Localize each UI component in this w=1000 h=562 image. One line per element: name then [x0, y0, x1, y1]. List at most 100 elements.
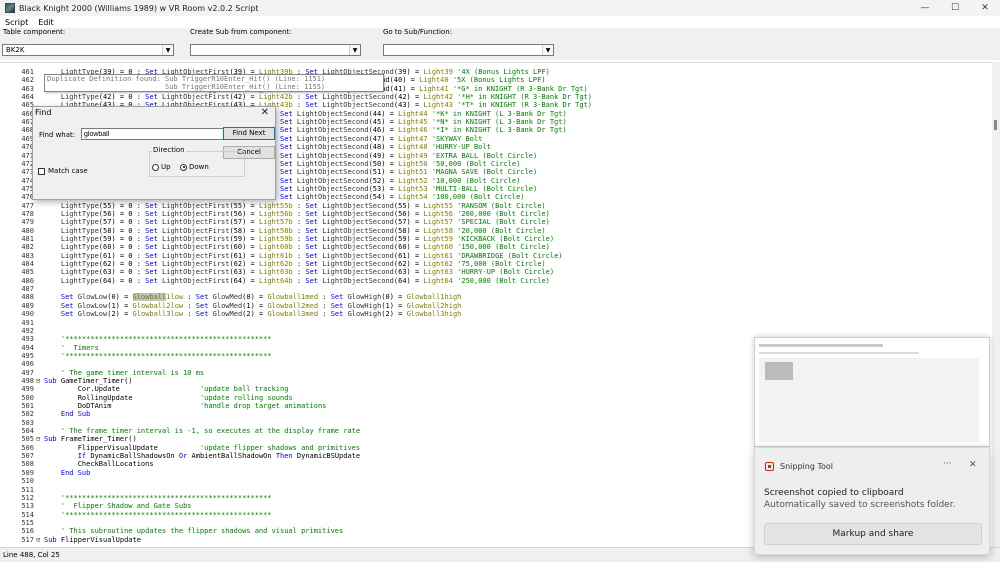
- thumbnail-toolbar: [759, 352, 919, 354]
- fold-marker-icon: [36, 293, 44, 301]
- goto-sub-select[interactable]: ▼: [383, 44, 554, 56]
- notification-body: Automatically saved to screenshots folde…: [764, 500, 956, 510]
- line-number: 478: [21, 209, 34, 218]
- code-line[interactable]: 464 LightType(42) = 0 : Set LightObjectF…: [0, 93, 992, 101]
- maximize-button[interactable]: ☐: [940, 0, 970, 16]
- line-number: 494: [21, 343, 34, 352]
- toolbar: Table component: BK2K ▼ Create Sub from …: [0, 28, 1000, 60]
- create-sub-select[interactable]: ▼: [190, 44, 361, 56]
- line-number: 499: [21, 385, 34, 394]
- more-options-icon[interactable]: ···: [943, 459, 952, 469]
- line-number: 515: [21, 518, 34, 527]
- fold-marker-icon: [36, 369, 44, 377]
- notification-heading: Screenshot copied to clipboard: [764, 488, 904, 498]
- line-number: 480: [21, 226, 34, 235]
- code-line[interactable]: 488 Set GlowLow(0) = Glowball1low : Set …: [0, 293, 992, 302]
- line-code: Cor.Update 'update ball tracking: [44, 385, 289, 394]
- line-code: Sub FlipperVisualUpdate: [44, 535, 141, 544]
- window-controls: — ☐ ✕: [910, 0, 1000, 16]
- direction-down-radio[interactable]: Down: [180, 163, 209, 171]
- code-line[interactable]: 477 LightType(55) = 0 : Set LightObjectF…: [0, 202, 992, 210]
- app-icon: [5, 3, 15, 13]
- scrollbar-thumb[interactable]: [994, 120, 997, 130]
- code-line[interactable]: 492: [0, 327, 992, 335]
- fold-marker-icon: [36, 68, 44, 76]
- line-number: 463: [21, 84, 34, 93]
- code-line[interactable]: 483 LightType(61) = 0 : Set LightObjectF…: [0, 252, 992, 260]
- match-case-checkbox[interactable]: Match case: [38, 167, 88, 175]
- vertical-scrollbar[interactable]: [992, 62, 1000, 547]
- minimize-button[interactable]: —: [910, 0, 940, 16]
- fold-marker-icon: [36, 210, 44, 218]
- fold-marker-icon: [36, 268, 44, 276]
- fold-marker-icon[interactable]: ⊟: [36, 435, 44, 443]
- cursor-position: Line 488, Col 25: [3, 551, 60, 559]
- line-number: 497: [21, 368, 34, 377]
- line-code: LightType(42) = 0 : Set LightObjectFirst…: [60, 93, 592, 102]
- code-line[interactable]: 486 LightType(64) = 0 : Set LightObjectF…: [0, 277, 992, 285]
- code-line[interactable]: 485 LightType(63) = 0 : Set LightObjectF…: [0, 268, 992, 276]
- menu-bar: Script Edit: [0, 16, 1000, 28]
- line-number: 513: [21, 502, 34, 511]
- chevron-down-icon[interactable]: ▼: [162, 45, 173, 55]
- fold-marker-icon: [36, 302, 44, 310]
- fold-marker-icon: [36, 252, 44, 260]
- code-line[interactable]: 484 LightType(62) = 0 : Set LightObjectF…: [0, 260, 992, 268]
- code-line[interactable]: 490 Set GlowLow(2) = Glowball3low : Set …: [0, 310, 992, 318]
- line-number: 462: [21, 76, 34, 85]
- direction-up-radio[interactable]: Up: [152, 163, 171, 171]
- fold-marker-icon: [36, 352, 44, 360]
- line-code: End Sub: [60, 468, 91, 477]
- chevron-down-icon[interactable]: ▼: [349, 45, 360, 55]
- code-line[interactable]: 481 LightType(59) = 0 : Set LightObjectF…: [0, 235, 992, 243]
- line-number: 514: [21, 510, 34, 519]
- fold-marker-icon: [36, 477, 44, 485]
- line-number: 473: [21, 168, 34, 177]
- fold-marker-icon: [36, 202, 44, 210]
- code-line[interactable]: 480 LightType(58) = 0 : Set LightObjectF…: [0, 227, 992, 235]
- code-line[interactable]: 479 LightType(57) = 0 : Set LightObjectF…: [0, 218, 992, 226]
- line-code: Set GlowLow(2) = Glowball3low : Set Glow…: [60, 310, 462, 319]
- line-code: ' The game timer interval is 10 ms: [60, 368, 205, 377]
- find-dialog: Find ✕ Find what: Find Next Cancel Direc…: [32, 106, 276, 200]
- table-component-select[interactable]: BK2K ▼: [2, 44, 174, 56]
- fold-marker-icon: [36, 227, 44, 235]
- close-icon[interactable]: ✕: [969, 460, 977, 470]
- line-code: ' Timers: [60, 343, 99, 352]
- chevron-down-icon[interactable]: ▼: [542, 45, 553, 55]
- find-next-button[interactable]: Find Next: [223, 127, 275, 140]
- line-code: ' The frame timer interval is -1, so exe…: [60, 427, 361, 436]
- markup-and-share-button[interactable]: Markup and share: [764, 523, 982, 545]
- fold-marker-icon: [36, 319, 44, 327]
- line-number: 507: [21, 452, 34, 461]
- code-line[interactable]: 487: [0, 285, 992, 293]
- title-bar[interactable]: Black Knight 2000 (Williams 1989) w VR R…: [0, 0, 1000, 16]
- fold-marker-icon: [36, 260, 44, 268]
- line-code: Sub FrameTimer_Timer(): [44, 435, 137, 444]
- line-number: 474: [21, 176, 34, 185]
- fold-marker-icon: [36, 452, 44, 460]
- line-number: 465: [21, 101, 34, 110]
- radio-icon: [152, 163, 159, 171]
- fold-marker-icon[interactable]: ⊟: [36, 536, 44, 544]
- line-code: LightType(62) = 0 : Set LightObjectFirst…: [60, 260, 546, 269]
- line-number: 508: [21, 460, 34, 469]
- line-number: 503: [21, 418, 34, 427]
- fold-marker-icon: [36, 419, 44, 427]
- close-icon[interactable]: ✕: [261, 107, 269, 118]
- code-line[interactable]: 491: [0, 319, 992, 327]
- close-button[interactable]: ✕: [970, 0, 1000, 16]
- screenshot-thumbnail[interactable]: [754, 337, 990, 447]
- line-code: LightType(57) = 0 : Set LightObjectFirst…: [60, 218, 550, 227]
- line-code: LightType(61) = 0 : Set LightObjectFirst…: [60, 251, 563, 260]
- menu-edit[interactable]: Edit: [33, 18, 59, 27]
- fold-marker-icon: [36, 360, 44, 368]
- code-line[interactable]: 482 LightType(60) = 0 : Set LightObjectF…: [0, 243, 992, 251]
- line-number: 500: [21, 393, 34, 402]
- code-line[interactable]: 478 LightType(56) = 0 : Set LightObjectF…: [0, 210, 992, 218]
- code-line[interactable]: 489 Set GlowLow(1) = Glowball2low : Set …: [0, 302, 992, 310]
- line-number: 492: [21, 326, 34, 335]
- menu-script[interactable]: Script: [0, 18, 33, 27]
- fold-marker-icon[interactable]: ⊟: [36, 377, 44, 385]
- line-number: 489: [21, 301, 34, 310]
